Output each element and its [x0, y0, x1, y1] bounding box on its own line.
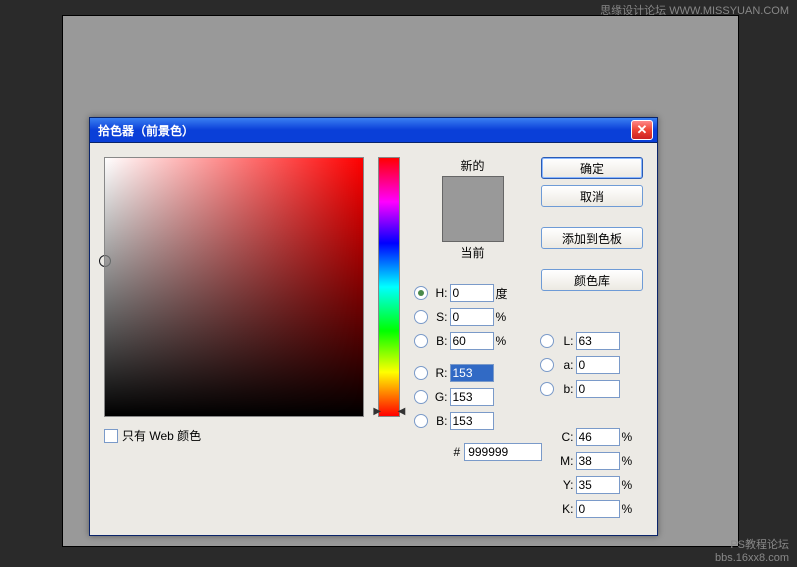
color-cursor [99, 255, 111, 267]
unit-s: % [496, 310, 512, 324]
saturation-brightness-field[interactable] [104, 157, 364, 417]
input-s[interactable] [450, 308, 494, 326]
label-g: G: [430, 390, 448, 404]
close-icon: ✕ [637, 122, 648, 138]
input-l[interactable] [576, 332, 620, 350]
unit-h: 度 [496, 285, 512, 302]
add-swatch-button[interactable]: 添加到色板 [541, 227, 643, 249]
unit-k: % [622, 502, 638, 516]
input-c[interactable] [576, 428, 620, 446]
input-k[interactable] [576, 500, 620, 518]
label-k: K: [556, 502, 574, 516]
radio-a[interactable] [540, 358, 554, 372]
dialog-title: 拾色器（前景色） [98, 122, 194, 139]
unit-b: % [496, 334, 512, 348]
radio-r[interactable] [414, 366, 428, 380]
input-g[interactable] [450, 388, 494, 406]
label-a: a: [556, 358, 574, 372]
radio-h[interactable] [414, 286, 428, 300]
radio-s[interactable] [414, 310, 428, 324]
color-picker-dialog: 拾色器（前景色） ✕ 只有 Web 颜色 ▶ ◀ 新的 [89, 117, 658, 536]
input-b[interactable] [450, 332, 494, 350]
label-bb: B: [430, 414, 448, 428]
close-button[interactable]: ✕ [631, 120, 653, 140]
hue-slider-thumb[interactable]: ▶ ◀ [373, 406, 405, 417]
label-c: C: [556, 430, 574, 444]
hue-slider[interactable]: ▶ ◀ [378, 157, 399, 417]
unit-c: % [622, 430, 638, 444]
only-web-checkbox[interactable] [104, 429, 118, 443]
new-label: 新的 [414, 157, 532, 174]
only-web-label: 只有 Web 颜色 [122, 427, 201, 444]
label-y: Y: [556, 478, 574, 492]
titlebar[interactable]: 拾色器（前景色） ✕ [90, 118, 657, 143]
label-lb: b: [556, 382, 574, 396]
label-l: L: [556, 334, 574, 348]
input-h[interactable] [450, 284, 494, 302]
label-s: S: [430, 310, 448, 324]
unit-m: % [622, 454, 638, 468]
radio-g[interactable] [414, 390, 428, 404]
label-m: M: [556, 454, 574, 468]
label-h: H: [430, 286, 448, 300]
label-b: B: [430, 334, 448, 348]
radio-lb[interactable] [540, 382, 554, 396]
color-library-button[interactable]: 颜色库 [541, 269, 643, 291]
unit-y: % [622, 478, 638, 492]
input-bb[interactable] [450, 412, 494, 430]
label-r: R: [430, 366, 448, 380]
input-hex[interactable] [464, 443, 542, 461]
ok-button[interactable]: 确定 [541, 157, 643, 179]
radio-l[interactable] [540, 334, 554, 348]
triangle-left-icon: ◀ [398, 406, 406, 417]
swatch-current[interactable] [443, 209, 503, 241]
radio-bb[interactable] [414, 414, 428, 428]
watermark-bottom: PS教程论坛 bbs.16xx8.com [715, 539, 789, 565]
color-swatch [442, 176, 504, 242]
current-label: 当前 [414, 244, 532, 261]
triangle-right-icon: ▶ [373, 406, 381, 417]
swatch-new[interactable] [443, 177, 503, 209]
input-lb[interactable] [576, 380, 620, 398]
input-m[interactable] [576, 452, 620, 470]
input-r[interactable] [450, 364, 494, 382]
cancel-button[interactable]: 取消 [541, 185, 643, 207]
input-y[interactable] [576, 476, 620, 494]
input-a[interactable] [576, 356, 620, 374]
label-hex: # [454, 445, 461, 459]
radio-b[interactable] [414, 334, 428, 348]
